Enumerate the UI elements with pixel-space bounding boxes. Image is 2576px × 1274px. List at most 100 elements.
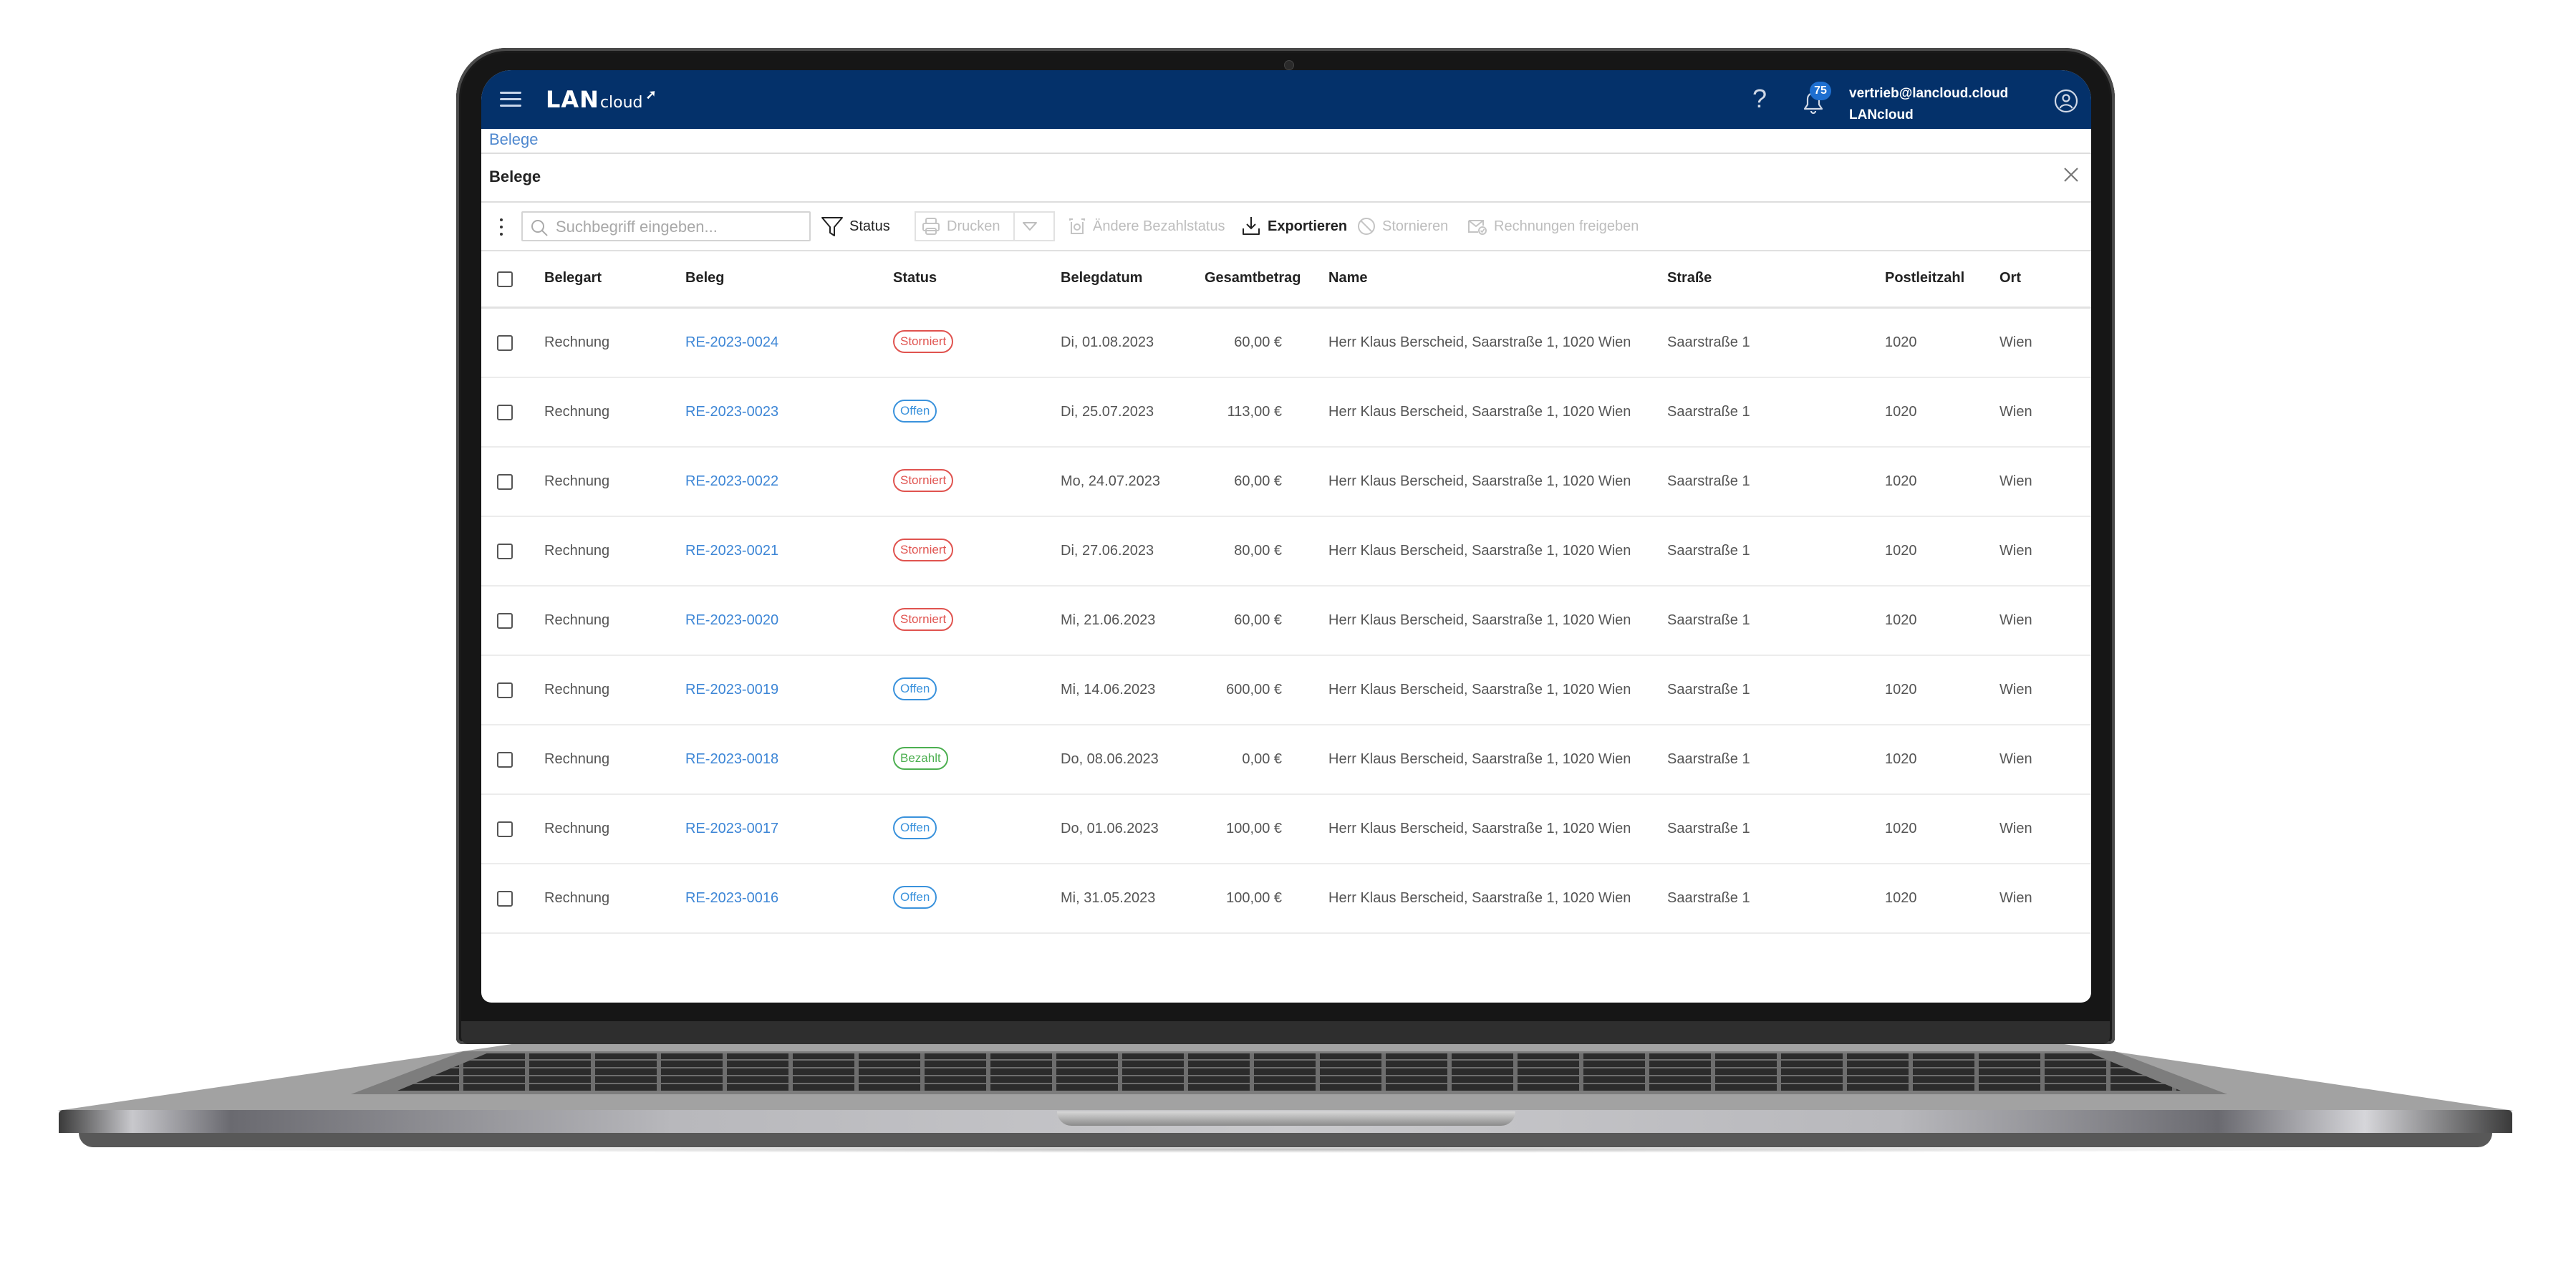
search-field[interactable] bbox=[521, 211, 811, 241]
cell-strasse: Saarstraße 1 bbox=[1667, 890, 1750, 906]
cell-strasse: Saarstraße 1 bbox=[1667, 682, 1750, 698]
divider bbox=[1013, 213, 1015, 240]
laptop-lid-chin bbox=[461, 1021, 2110, 1044]
account-icon[interactable] bbox=[2054, 89, 2078, 113]
lancloud-logo[interactable]: LAN cloud ➚ bbox=[546, 86, 657, 115]
table-row[interactable]: Rechnung RE-2023-0016 Mi, 31.05.2023 100,00… bbox=[481, 864, 2091, 934]
invoice-link[interactable]: RE-2023-0019 bbox=[685, 682, 778, 698]
row-checkbox[interactable] bbox=[497, 821, 513, 837]
print-button[interactable]: Drucken bbox=[921, 211, 1000, 241]
cell-belegart: Rechnung bbox=[544, 612, 610, 628]
row-checkbox[interactable] bbox=[497, 474, 513, 490]
cell-belegart: Rechnung bbox=[544, 821, 610, 836]
cell-postleitzahl: 1020 bbox=[1885, 682, 1917, 698]
row-checkbox[interactable] bbox=[497, 613, 513, 629]
logo-arrow-icon: ➚ bbox=[645, 87, 657, 102]
invoice-link[interactable]: RE-2023-0020 bbox=[685, 612, 778, 629]
cell-ort: Wien bbox=[1999, 334, 2032, 350]
cell-belegdatum: Mi, 31.05.2023 bbox=[1061, 890, 1156, 906]
table-row[interactable]: Rechnung RE-2023-0021 Di, 27.06.2023 80,00 … bbox=[481, 517, 2091, 587]
help-icon[interactable]: ? bbox=[1752, 86, 1767, 112]
release-invoices-label: Rechnungen freigeben bbox=[1494, 218, 1639, 234]
column-header-beleg[interactable]: Beleg bbox=[685, 270, 724, 286]
search-input[interactable] bbox=[554, 216, 808, 238]
table-row[interactable]: Rechnung RE-2023-0019 Mi, 14.06.2023 600,00… bbox=[481, 656, 2091, 725]
table-row[interactable]: Rechnung RE-2023-0020 Mi, 21.06.2023 60,00 … bbox=[481, 587, 2091, 656]
status-badge: Bezahlt bbox=[893, 747, 948, 770]
page-title: Belege bbox=[489, 168, 541, 185]
column-header-gesamtbetrag[interactable]: Gesamtbetrag bbox=[1205, 270, 1301, 286]
invoice-link[interactable]: RE-2023-0024 bbox=[685, 334, 778, 351]
cell-postleitzahl: 1020 bbox=[1885, 404, 1917, 420]
export-button[interactable]: Exportieren bbox=[1240, 211, 1347, 241]
mail-check-icon bbox=[1468, 220, 1487, 235]
more-options-icon[interactable] bbox=[498, 217, 504, 237]
close-icon[interactable] bbox=[2061, 165, 2081, 185]
row-checkbox[interactable] bbox=[497, 405, 513, 420]
cell-gesamtbetrag: 60,00 € bbox=[1234, 473, 1282, 489]
invoice-link[interactable]: RE-2023-0021 bbox=[685, 543, 778, 559]
row-checkbox[interactable] bbox=[497, 891, 513, 907]
cell-ort: Wien bbox=[1999, 473, 2032, 489]
cell-gesamtbetrag: 80,00 € bbox=[1234, 543, 1282, 559]
cell-gesamtbetrag: 113,00 € bbox=[1227, 404, 1282, 420]
export-label: Exportieren bbox=[1268, 218, 1348, 234]
cell-belegdatum: Di, 01.08.2023 bbox=[1061, 334, 1154, 350]
cancel-invoice-button[interactable]: Stornieren bbox=[1356, 211, 1448, 241]
invoice-link[interactable]: RE-2023-0023 bbox=[685, 404, 778, 420]
column-header-status[interactable]: Status bbox=[893, 270, 937, 286]
column-header-ort[interactable]: Ort bbox=[1999, 270, 2021, 286]
column-header-belegdatum[interactable]: Belegdatum bbox=[1061, 270, 1142, 286]
cell-ort: Wien bbox=[1999, 890, 2032, 906]
cell-belegart: Rechnung bbox=[544, 682, 610, 698]
cell-name: Herr Klaus Berscheid, Saarstraße 1, 1020… bbox=[1328, 682, 1631, 698]
column-header-strasse[interactable]: Straße bbox=[1667, 270, 1712, 286]
printer-icon bbox=[922, 218, 940, 235]
invoice-link[interactable]: RE-2023-0022 bbox=[685, 473, 778, 490]
status-filter-button[interactable]: Status bbox=[821, 211, 890, 241]
release-invoices-button[interactable]: Rechnungen freigeben bbox=[1467, 211, 1639, 241]
menu-icon[interactable] bbox=[500, 92, 521, 107]
prohibited-icon bbox=[1358, 218, 1375, 235]
invoice-link[interactable]: RE-2023-0016 bbox=[685, 890, 778, 907]
row-checkbox[interactable] bbox=[497, 544, 513, 559]
change-payment-status-button[interactable]: Ändere Bezahlstatus bbox=[1067, 211, 1225, 241]
cell-ort: Wien bbox=[1999, 751, 2032, 767]
column-header-postleitzahl[interactable]: Postleitzahl bbox=[1885, 270, 1964, 286]
camera-icon bbox=[1284, 60, 1294, 70]
table-row[interactable]: Rechnung RE-2023-0024 Di, 01.08.2023 60,00 … bbox=[481, 309, 2091, 378]
column-header-belegart[interactable]: Belegart bbox=[544, 270, 602, 286]
cell-belegart: Rechnung bbox=[544, 404, 610, 420]
select-all-checkbox[interactable] bbox=[497, 271, 513, 287]
row-checkbox[interactable] bbox=[497, 335, 513, 351]
status-badge: Offen bbox=[893, 677, 937, 700]
status-badge: Storniert bbox=[893, 469, 954, 492]
cell-belegart: Rechnung bbox=[544, 543, 610, 559]
cell-belegdatum: Mi, 21.06.2023 bbox=[1061, 612, 1156, 628]
table-row[interactable]: Rechnung RE-2023-0018 Do, 08.06.2023 0,00 €… bbox=[481, 725, 2091, 795]
cell-name: Herr Klaus Berscheid, Saarstraße 1, 1020… bbox=[1328, 334, 1631, 350]
breadcrumb-belege[interactable]: Belege bbox=[489, 130, 539, 149]
row-checkbox[interactable] bbox=[497, 682, 513, 698]
table-row[interactable]: Rechnung RE-2023-0023 Di, 25.07.2023 113,00… bbox=[481, 378, 2091, 448]
cell-gesamtbetrag: 100,00 € bbox=[1226, 821, 1282, 836]
row-checkbox[interactable] bbox=[497, 752, 513, 768]
table-row[interactable]: Rechnung RE-2023-0022 Mo, 24.07.2023 60,00 … bbox=[481, 448, 2091, 517]
cell-strasse: Saarstraße 1 bbox=[1667, 404, 1750, 420]
search-icon bbox=[531, 220, 548, 236]
table-row[interactable]: Rechnung RE-2023-0017 Do, 01.06.2023 100,00… bbox=[481, 795, 2091, 864]
cell-strasse: Saarstraße 1 bbox=[1667, 751, 1750, 767]
logo-main: LAN bbox=[546, 86, 599, 113]
print-options-dropdown[interactable] bbox=[1021, 211, 1044, 241]
invoice-link[interactable]: RE-2023-0018 bbox=[685, 751, 778, 768]
status-badge: Storniert bbox=[893, 608, 954, 631]
cell-gesamtbetrag: 600,00 € bbox=[1226, 682, 1282, 698]
cell-ort: Wien bbox=[1999, 612, 2032, 628]
invoice-link[interactable]: RE-2023-0017 bbox=[685, 821, 778, 837]
cell-strasse: Saarstraße 1 bbox=[1667, 334, 1750, 350]
cell-ort: Wien bbox=[1999, 404, 2032, 420]
cell-name: Herr Klaus Berscheid, Saarstraße 1, 1020… bbox=[1328, 890, 1631, 906]
column-header-name[interactable]: Name bbox=[1328, 270, 1367, 286]
toolbar: Status Drucken Ändere Bezahlstatus bbox=[481, 203, 2091, 250]
cell-belegart: Rechnung bbox=[544, 334, 610, 350]
